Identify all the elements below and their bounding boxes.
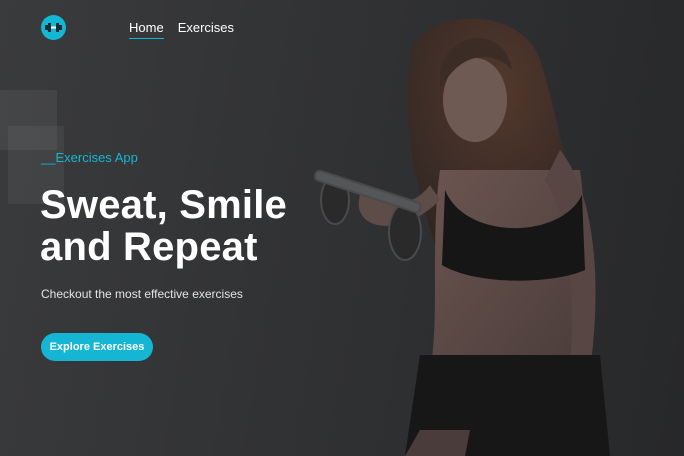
hero-headline: Sweat, Smile and Repeat	[40, 184, 287, 268]
hero-athlete-image	[313, 18, 610, 456]
headline-line-1: Sweat, Smile	[40, 183, 287, 227]
main-nav: Home Exercises	[129, 20, 234, 39]
dumbbell-icon	[45, 23, 62, 32]
nav-link-exercises[interactable]: Exercises	[178, 20, 234, 39]
hero-subtext: Checkout the most effective exercises	[41, 287, 243, 301]
nav-link-home[interactable]: Home	[129, 20, 164, 39]
hero-section: Home Exercises __Exercises App Sweat, Sm…	[0, 0, 684, 456]
app-logo[interactable]	[41, 15, 66, 40]
headline-line-2: and Repeat	[40, 225, 258, 269]
hero-eyebrow: __Exercises App	[41, 150, 138, 165]
explore-exercises-button[interactable]: Explore Exercises	[41, 333, 153, 361]
